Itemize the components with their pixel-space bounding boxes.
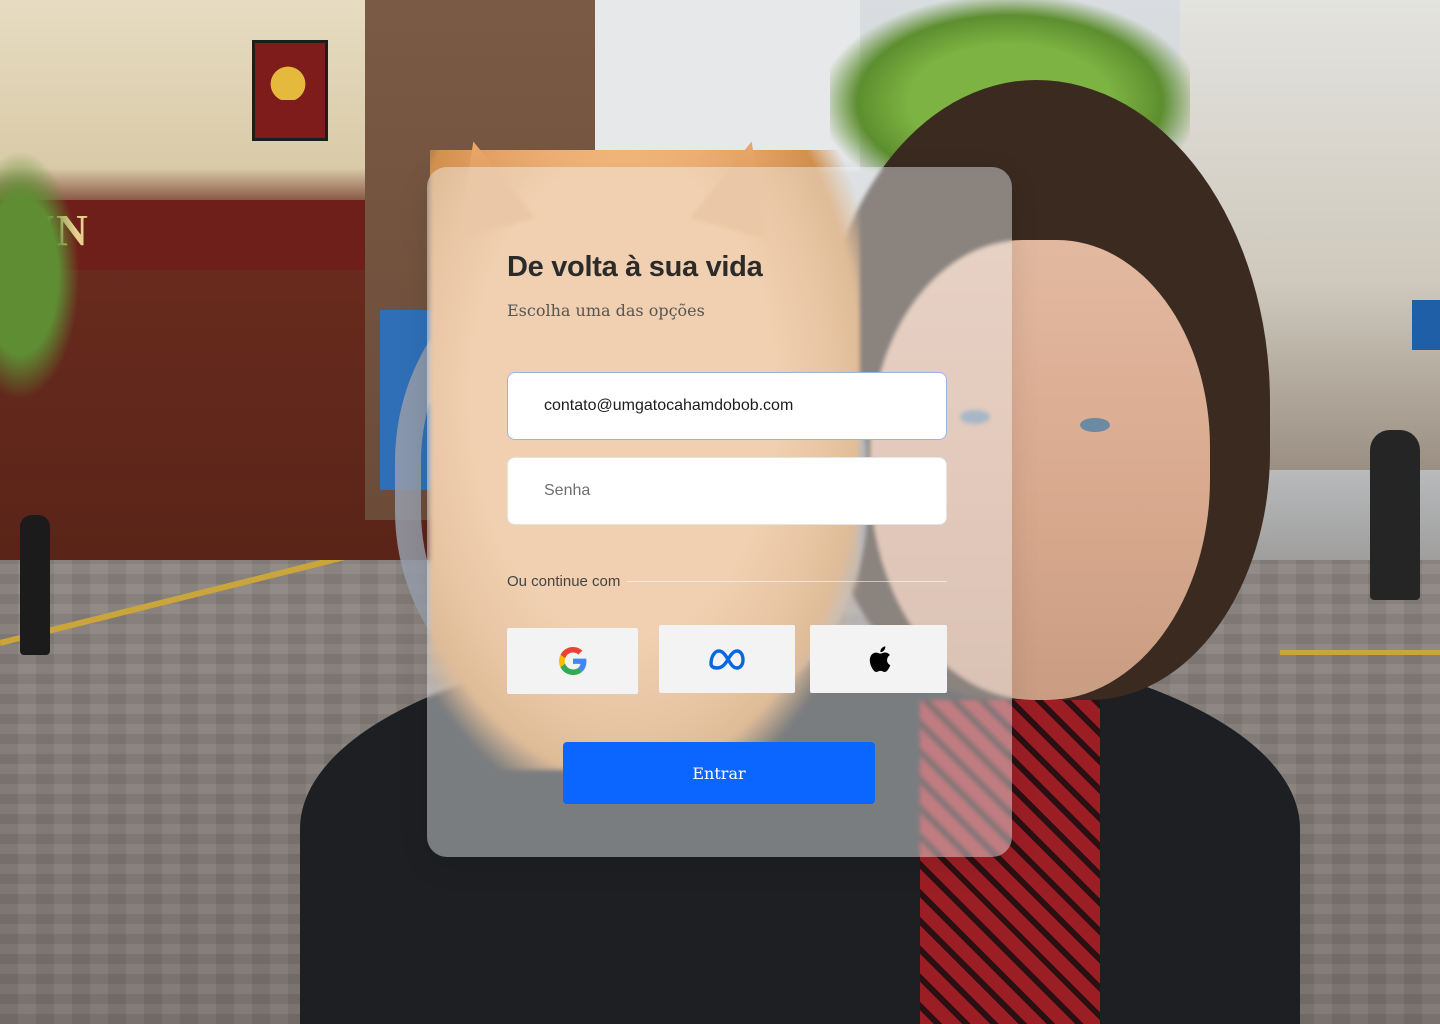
meta-icon [709,649,745,670]
password-field[interactable] [507,457,947,525]
google-login-button[interactable] [507,628,638,694]
login-card: De volta à sua vida Escolha uma das opçõ… [427,167,1012,857]
email-field[interactable] [507,372,947,440]
apple-login-button[interactable] [810,625,947,693]
submit-button[interactable]: Entrar [563,742,875,804]
google-icon [558,647,586,675]
apple-icon [869,646,890,672]
login-subtitle: Escolha uma das opções [507,301,705,320]
divider-line [627,581,947,582]
divider-label: Ou continue com [507,573,621,590]
meta-login-button[interactable] [659,625,795,693]
login-title: De volta à sua vida [507,251,763,283]
